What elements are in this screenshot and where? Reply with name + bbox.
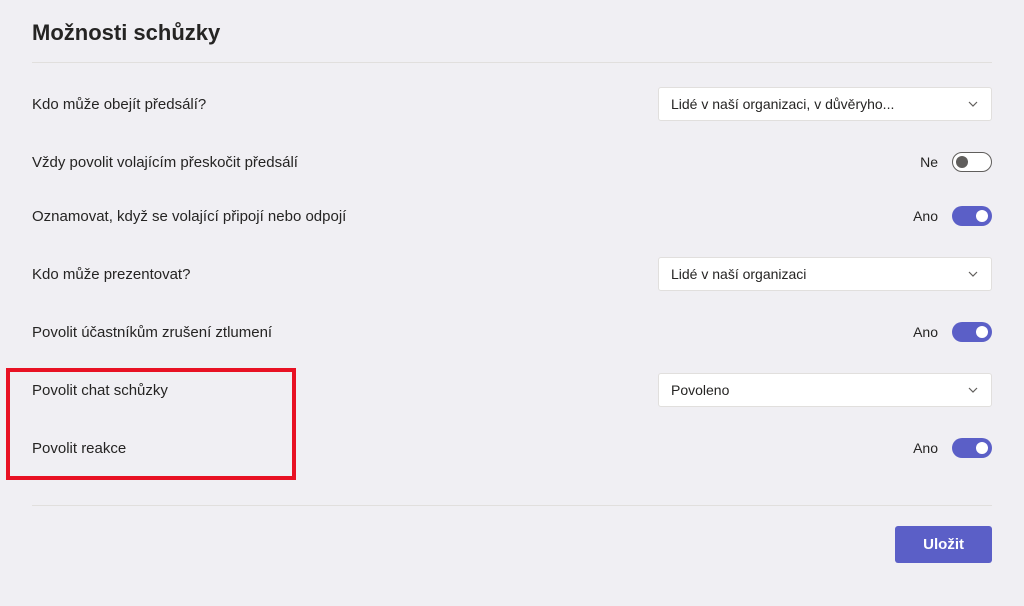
chevron-down-icon — [967, 384, 979, 396]
option-label: Vždy povolit volajícím přeskočit předsál… — [32, 154, 298, 171]
option-label: Povolit reakce — [32, 440, 126, 457]
footer: Uložit — [32, 505, 992, 563]
chat-select[interactable]: Povoleno — [658, 373, 992, 407]
bypass-lobby-select[interactable]: Lidé v naší organizaci, v důvěryho... — [658, 87, 992, 121]
divider — [32, 62, 992, 63]
toggle-state-label: Ne — [920, 154, 938, 170]
option-row-reactions: Povolit reakce Ano — [32, 421, 992, 475]
reactions-toggle[interactable] — [952, 438, 992, 458]
option-row-chat: Povolit chat schůzky Povoleno — [32, 359, 992, 421]
callers-bypass-toggle[interactable] — [952, 152, 992, 172]
announce-toggle[interactable] — [952, 206, 992, 226]
option-label: Povolit chat schůzky — [32, 382, 168, 399]
select-value: Lidé v naší organizaci, v důvěryho... — [671, 96, 894, 112]
toggle-state-label: Ano — [913, 208, 938, 224]
chevron-down-icon — [967, 268, 979, 280]
option-row-announce: Oznamovat, když se volající připojí nebo… — [32, 189, 992, 243]
option-label: Kdo může obejít předsálí? — [32, 96, 206, 113]
select-value: Povoleno — [671, 382, 729, 398]
option-row-callers-bypass: Vždy povolit volajícím přeskočit předsál… — [32, 135, 992, 189]
select-value: Lidé v naší organizaci — [671, 266, 806, 282]
option-label: Kdo může prezentovat? — [32, 266, 190, 283]
option-row-bypass-lobby: Kdo může obejít předsálí? Lidé v naší or… — [32, 73, 992, 135]
page-title: Možnosti schůzky — [32, 20, 992, 46]
option-label: Povolit účastníkům zrušení ztlumení — [32, 324, 272, 341]
toggle-state-label: Ano — [913, 324, 938, 340]
toggle-state-label: Ano — [913, 440, 938, 456]
unmute-toggle[interactable] — [952, 322, 992, 342]
option-row-presenter: Kdo může prezentovat? Lidé v naší organi… — [32, 243, 992, 305]
chevron-down-icon — [967, 98, 979, 110]
option-label: Oznamovat, když se volající připojí nebo… — [32, 208, 346, 225]
option-row-unmute: Povolit účastníkům zrušení ztlumení Ano — [32, 305, 992, 359]
presenter-select[interactable]: Lidé v naší organizaci — [658, 257, 992, 291]
save-button[interactable]: Uložit — [895, 526, 992, 563]
